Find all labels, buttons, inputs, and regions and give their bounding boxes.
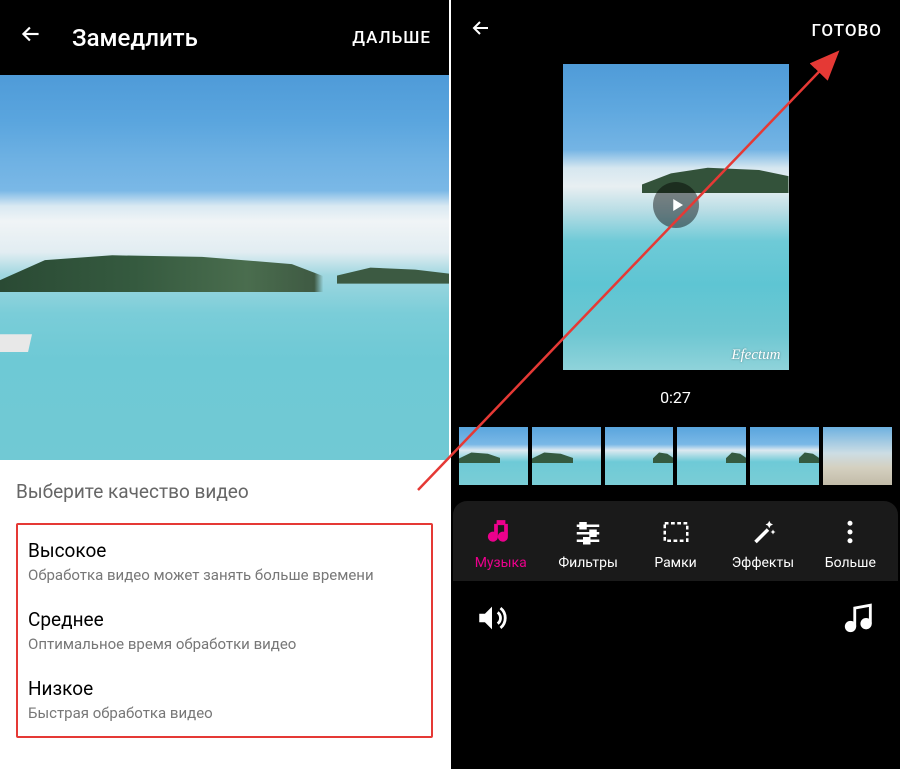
- header: ГОТОВО: [451, 0, 900, 62]
- filmstrip[interactable]: [451, 407, 900, 501]
- watermark: Efectum: [731, 347, 780, 364]
- tool-more[interactable]: Больше: [807, 515, 894, 571]
- option-name: Высокое: [28, 539, 421, 562]
- volume-icon[interactable]: [475, 601, 509, 639]
- quality-select-screen: Замедлить ДАЛЬШЕ Выберите качество видео…: [0, 0, 451, 769]
- quality-panel-title: Выберите качество видео: [16, 480, 433, 503]
- quality-options: Высокое Обработка видео может занять бол…: [16, 523, 433, 738]
- thumbnail[interactable]: [459, 427, 528, 485]
- option-desc: Оптимальное время обработки видео: [28, 635, 421, 653]
- done-button[interactable]: ГОТОВО: [811, 21, 882, 41]
- tool-music[interactable]: Музыка: [457, 515, 544, 571]
- tool-label: Больше: [807, 555, 894, 571]
- option-desc: Быстрая обработка видео: [28, 704, 421, 722]
- back-arrow-icon[interactable]: [18, 21, 44, 54]
- screen-title: Замедлить: [72, 24, 198, 52]
- music-note-icon: [457, 515, 544, 549]
- tool-label: Фильтры: [544, 555, 631, 571]
- tool-effects[interactable]: Эффекты: [719, 515, 806, 571]
- thumbnail[interactable]: [532, 427, 601, 485]
- video-preview[interactable]: [0, 75, 449, 460]
- thumbnail[interactable]: [823, 427, 892, 485]
- frame-icon: [632, 515, 719, 549]
- option-name: Низкое: [28, 677, 421, 700]
- editor-screen: ГОТОВО Efectum 0:27 Музыка: [451, 0, 900, 769]
- quality-option-high[interactable]: Высокое Обработка видео может занять бол…: [28, 539, 421, 584]
- tool-filters[interactable]: Фильтры: [544, 515, 631, 571]
- playback-time: 0:27: [451, 388, 900, 407]
- header: Замедлить ДАЛЬШЕ: [0, 0, 449, 75]
- bottom-bar: [451, 581, 900, 665]
- music-add-icon[interactable]: [842, 601, 876, 639]
- tool-bar: Музыка Фильтры Рамки: [453, 501, 898, 581]
- quality-option-low[interactable]: Низкое Быстрая обработка видео: [28, 677, 421, 722]
- more-vertical-icon: [807, 515, 894, 549]
- quality-panel: Выберите качество видео Высокое Обработк…: [0, 460, 449, 769]
- thumbnail[interactable]: [750, 427, 819, 485]
- tool-label: Рамки: [632, 555, 719, 571]
- next-button[interactable]: ДАЛЬШЕ: [352, 28, 431, 48]
- tool-label: Музыка: [457, 555, 544, 571]
- sliders-icon: [544, 515, 631, 549]
- video-preview[interactable]: Efectum: [563, 64, 789, 370]
- back-arrow-icon[interactable]: [469, 16, 493, 46]
- magic-wand-icon: [719, 515, 806, 549]
- preview-area: Efectum: [451, 62, 900, 370]
- tool-frames[interactable]: Рамки: [632, 515, 719, 571]
- preview-decor: [337, 264, 449, 284]
- tool-label: Эффекты: [719, 555, 806, 571]
- option-name: Среднее: [28, 608, 421, 631]
- play-button[interactable]: [653, 182, 699, 228]
- thumbnail[interactable]: [605, 427, 674, 485]
- quality-option-medium[interactable]: Среднее Оптимальное время обработки виде…: [28, 608, 421, 653]
- thumbnail[interactable]: [677, 427, 746, 485]
- preview-decor: [0, 322, 40, 352]
- option-desc: Обработка видео может занять больше врем…: [28, 566, 421, 584]
